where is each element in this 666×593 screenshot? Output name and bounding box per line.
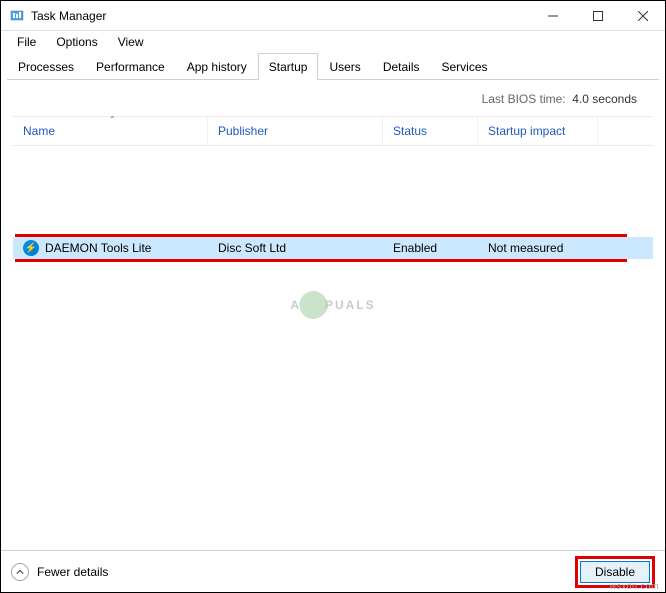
cell-name: ⚡ DAEMON Tools Lite xyxy=(13,240,208,256)
bios-info: Last BIOS time: 4.0 seconds xyxy=(13,80,653,116)
tab-app-history[interactable]: App history xyxy=(176,53,258,79)
daemon-tools-icon: ⚡ xyxy=(23,240,39,256)
bios-value: 4.0 seconds xyxy=(572,92,637,106)
menu-view[interactable]: View xyxy=(110,33,152,51)
bios-label: Last BIOS time: xyxy=(482,92,566,106)
row-name-label: DAEMON Tools Lite xyxy=(45,241,151,255)
maximize-button[interactable] xyxy=(575,1,620,30)
content-area: Last BIOS time: 4.0 seconds ⌃ Name Publi… xyxy=(7,80,659,516)
chevron-up-icon xyxy=(11,563,29,581)
tab-details[interactable]: Details xyxy=(372,53,431,79)
tab-processes[interactable]: Processes xyxy=(7,53,85,79)
cell-status: Enabled xyxy=(383,241,478,255)
column-publisher[interactable]: Publisher xyxy=(208,117,383,145)
cell-publisher: Disc Soft Ltd xyxy=(208,241,383,255)
window-controls xyxy=(530,1,665,30)
app-icon xyxy=(9,8,25,24)
cell-impact: Not measured xyxy=(478,241,598,255)
fewer-details-button[interactable]: Fewer details xyxy=(11,563,108,581)
fewer-details-label: Fewer details xyxy=(37,565,108,579)
attribution: wsxdn.com xyxy=(609,581,659,591)
tab-users[interactable]: Users xyxy=(318,53,371,79)
column-status[interactable]: Status xyxy=(383,117,478,145)
close-button[interactable] xyxy=(620,1,665,30)
menu-options[interactable]: Options xyxy=(48,33,105,51)
table-row[interactable]: ⚡ DAEMON Tools Lite Disc Soft Ltd Enable… xyxy=(13,237,653,259)
tabs: Processes Performance App history Startu… xyxy=(7,53,659,80)
sort-indicator-icon: ⌃ xyxy=(109,115,116,124)
disable-button[interactable]: Disable xyxy=(580,561,650,583)
footer: Fewer details Disable xyxy=(1,550,665,592)
column-impact[interactable]: Startup impact xyxy=(478,117,598,145)
minimize-button[interactable] xyxy=(530,1,575,30)
titlebar: Task Manager xyxy=(1,1,665,31)
menubar: File Options View xyxy=(1,31,665,53)
tab-performance[interactable]: Performance xyxy=(85,53,176,79)
tab-services[interactable]: Services xyxy=(431,53,499,79)
rows-area: ⚡ DAEMON Tools Lite Disc Soft Ltd Enable… xyxy=(13,146,653,516)
menu-file[interactable]: File xyxy=(9,33,44,51)
column-headers: ⌃ Name Publisher Status Startup impact xyxy=(13,116,653,146)
tab-startup[interactable]: Startup xyxy=(258,53,319,80)
window-title: Task Manager xyxy=(31,9,530,23)
